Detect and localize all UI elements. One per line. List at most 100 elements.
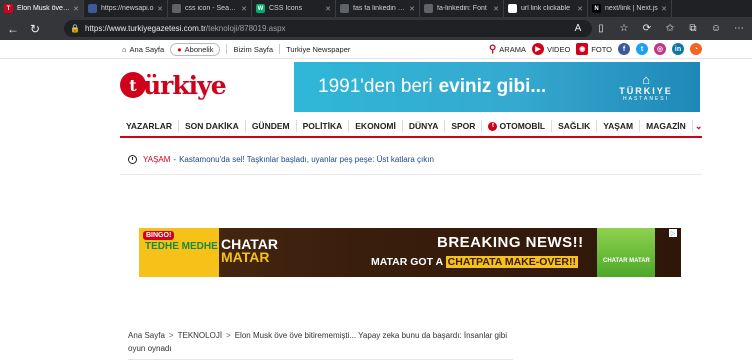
- mosque-icon: ⌂: [642, 71, 650, 87]
- bingo-pack: BINGO! TEDHE MEDHE: [139, 228, 219, 277]
- photo-label: FOTO: [591, 44, 612, 54]
- breadcrumb-separator: >: [226, 331, 231, 340]
- more-menu-icon[interactable]: ⋯: [732, 21, 746, 35]
- search-link[interactable]: ⚲ ARAMA: [489, 44, 526, 55]
- browser-tab[interactable]: N next/link | Next.js ✕: [588, 0, 672, 17]
- favorites-icon[interactable]: ✩: [663, 21, 677, 35]
- breaking-news-ticker: YAŞAM - Kastamonu'da sel! Taşkınlar başl…: [128, 153, 688, 165]
- nav-item-spor[interactable]: SPOR: [445, 120, 483, 132]
- read-aloud-icon[interactable]: A: [571, 21, 585, 35]
- chevron-down-icon[interactable]: ⌄: [695, 121, 703, 132]
- banner-brand-name: TÜRKIYE: [619, 85, 673, 96]
- close-tab-icon[interactable]: ✕: [661, 5, 667, 13]
- linkedin-icon[interactable]: in: [672, 43, 684, 55]
- play-icon: ▶: [531, 43, 544, 55]
- nav-item-saglik[interactable]: SAĞLIK: [552, 120, 598, 132]
- address-bar[interactable]: 🔒 https://www.turkiyegazetesi.com.tr /te…: [64, 20, 592, 37]
- browser-toolbar: ← ↻ 🔒 https://www.turkiyegazetesi.com.tr…: [0, 17, 752, 40]
- site-logo[interactable]: t ürkiye: [120, 64, 250, 106]
- close-tab-icon[interactable]: ✕: [577, 5, 583, 13]
- reload-icon[interactable]: ↻: [26, 20, 44, 38]
- profile-icon[interactable]: ☺: [709, 21, 723, 35]
- nav-item-dunya[interactable]: DÜNYA: [403, 120, 446, 132]
- twitter-icon[interactable]: t: [636, 43, 648, 55]
- browser-tab[interactable]: css icon - Search ✕: [168, 0, 252, 17]
- clock-icon: [128, 154, 137, 164]
- close-tab-icon[interactable]: ✕: [157, 5, 163, 13]
- breaking-category[interactable]: YAŞAM: [143, 155, 170, 164]
- video-label: VIDEO: [546, 44, 571, 54]
- breaking-headline[interactable]: Kastamonu'da sel! Taşkınlar başladı, uya…: [179, 155, 434, 164]
- lock-icon[interactable]: 🔒: [70, 24, 80, 33]
- logo-text: ürkiye: [143, 70, 227, 100]
- tab-label: https://newsapi.o: [101, 5, 154, 12]
- home-icon: ⌂: [122, 44, 127, 54]
- divider: [120, 174, 702, 175]
- tab-label: CSS Icons: [269, 5, 303, 12]
- nav-item-ekonomi[interactable]: EKONOMİ: [349, 120, 403, 132]
- photo-link[interactable]: ◉ FOTO: [576, 43, 612, 55]
- nav-item-politika[interactable]: POLİTİKA: [297, 120, 350, 132]
- facebook-icon[interactable]: f: [618, 43, 630, 55]
- collections-icon[interactable]: ⧉: [686, 21, 700, 35]
- home-link[interactable]: ⌂ Ana Sayfa: [122, 45, 164, 54]
- browser-actions: A ▯ ☆ ⟳ ✩ ⧉ ☺ ⋯: [571, 21, 746, 35]
- search-favicon-icon: [508, 4, 517, 13]
- subscription-button[interactable]: ● Abonelik: [170, 42, 221, 56]
- close-tab-icon[interactable]: ✕: [325, 5, 331, 13]
- nav-item-otomobil[interactable]: t OTOMOBİL: [482, 120, 553, 132]
- pack-text: CHATAR MATAR: [603, 258, 650, 264]
- browser-tab[interactable]: T Elon Musk öve öv ✕: [0, 0, 84, 17]
- close-tab-icon[interactable]: ✕: [493, 5, 499, 13]
- otomobil-logo-icon: t: [488, 121, 498, 131]
- close-tab-icon[interactable]: ✕: [241, 5, 247, 13]
- split-screen-icon[interactable]: ▯: [594, 21, 608, 35]
- video-link[interactable]: ▶ VIDEO: [531, 43, 571, 55]
- newspaper-link[interactable]: Turkiye Newspaper: [286, 45, 350, 54]
- bingo-ad-banner[interactable]: BINGO! TEDHE MEDHE CHATAR MATAR BREAKING…: [139, 228, 681, 277]
- instagram-icon[interactable]: ◎: [654, 43, 666, 55]
- subscription-label: Abonelik: [184, 44, 214, 54]
- tedhe-medhe-logo: TEDHE MEDHE: [145, 241, 218, 252]
- bizim-sayfa-link[interactable]: Bizim Sayfa: [233, 45, 273, 54]
- subscription-icon: ●: [177, 44, 182, 54]
- divider: [226, 44, 228, 54]
- back-arrow-icon[interactable]: ←: [4, 20, 22, 38]
- nav-item-yazarlar[interactable]: YAZARLAR: [120, 120, 179, 132]
- rss-icon[interactable]: ◔: [690, 43, 702, 55]
- hospital-ad-banner[interactable]: 1991'den beri eviniz gibi... ⌂ TÜRKIYE H…: [294, 62, 700, 112]
- favorite-star-icon[interactable]: ☆: [617, 21, 631, 35]
- close-tab-icon[interactable]: ✕: [73, 5, 79, 13]
- browser-tab[interactable]: fas fa linkedin - S ✕: [336, 0, 420, 17]
- banner-text-bold: eviniz gibi...: [438, 76, 547, 97]
- ad-subline-b: CHATPATA MAKE-OVER!!: [445, 256, 578, 268]
- breadcrumb-home[interactable]: Ana Sayfa: [128, 331, 165, 340]
- search-favicon-icon: [172, 4, 181, 13]
- separator: -: [173, 154, 177, 164]
- tab-label: Elon Musk öve öv: [17, 5, 71, 12]
- tab-label: css icon - Search: [185, 5, 239, 12]
- ad-headline: BREAKING NEWS!!: [437, 234, 584, 251]
- browser-tab[interactable]: url link clickable ✕: [504, 0, 588, 17]
- banner-text-light: 1991'den beri: [318, 76, 433, 97]
- url-host: https://www.turkiyegazetesi.com.tr: [84, 24, 206, 33]
- bingo-logo: BINGO!: [143, 231, 175, 240]
- browser-tab[interactable]: fa-linkedin: Font ✕: [420, 0, 504, 17]
- browser-tab[interactable]: https://newsapi.o ✕: [84, 0, 168, 17]
- ad-info-icon[interactable]: ▷: [669, 229, 677, 237]
- ad-subline-a: MATAR GOT A: [371, 256, 443, 268]
- product-line-2: MATAR: [221, 249, 270, 265]
- nav-item-gundem[interactable]: GÜNDEM: [246, 120, 297, 132]
- close-tab-icon[interactable]: ✕: [409, 5, 415, 13]
- nav-item-magazin[interactable]: MAGAZİN: [640, 120, 693, 132]
- nav-item-son-dakika[interactable]: SON DAKİKA: [179, 120, 246, 132]
- refresh-extension-icon[interactable]: ⟳: [640, 21, 654, 35]
- newsapi-favicon-icon: [88, 4, 97, 13]
- ad-subline: MATAR GOT A CHATPATA MAKE-OVER!!: [371, 256, 578, 268]
- breadcrumb-section[interactable]: TEKNOLOJİ: [178, 331, 222, 340]
- browser-tab[interactable]: W CSS Icons ✕: [252, 0, 336, 17]
- nav-item-yasam[interactable]: YAŞAM: [597, 120, 641, 132]
- divider: [128, 359, 513, 360]
- tab-label: url link clickable: [521, 5, 571, 12]
- turkiye-favicon-icon: T: [4, 4, 13, 13]
